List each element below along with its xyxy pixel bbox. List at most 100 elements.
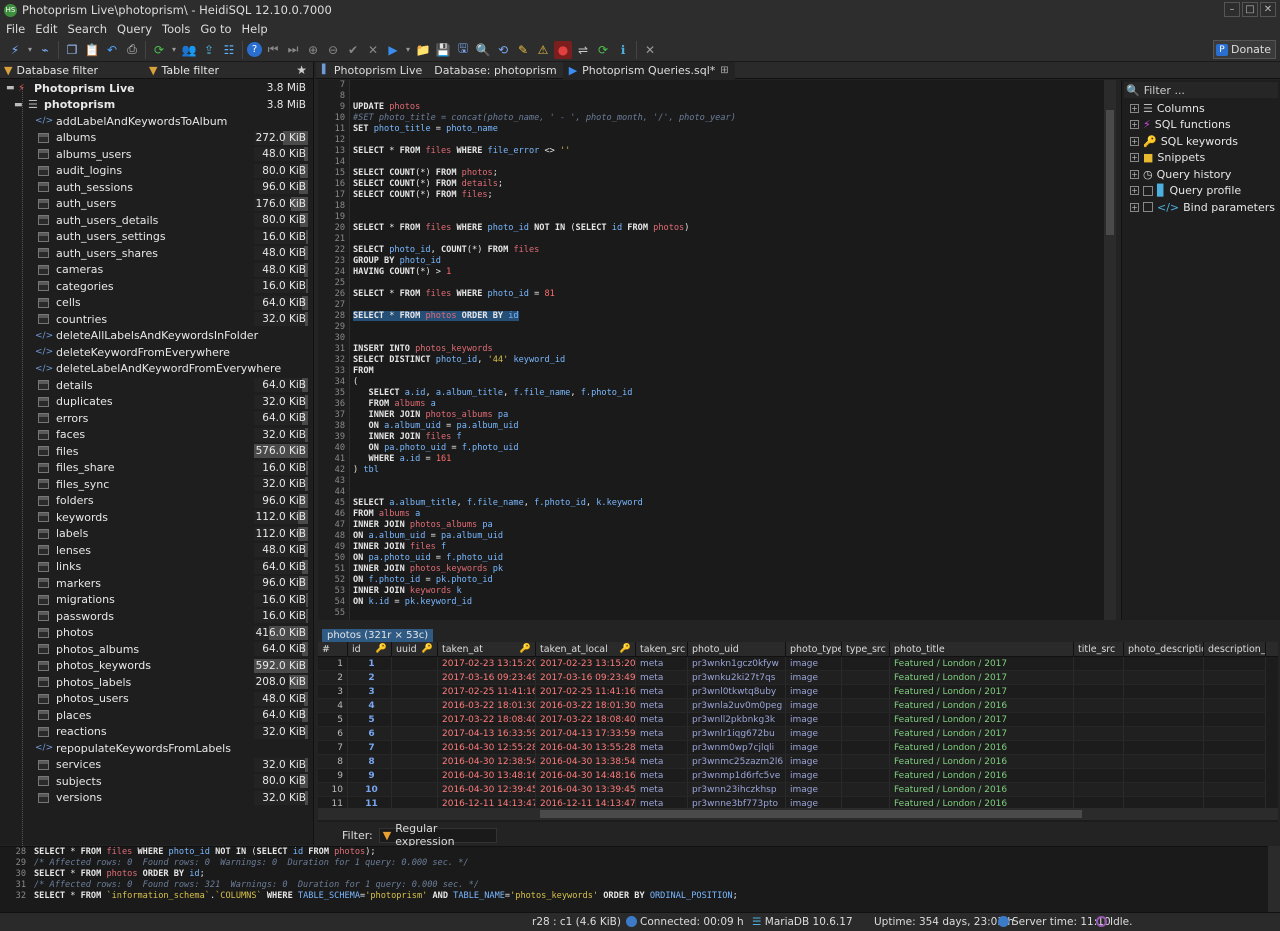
tab-options-icon[interactable]: ⊞ bbox=[720, 65, 728, 76]
code-line[interactable]: INNER JOIN files f bbox=[353, 542, 1103, 553]
table-cell[interactable]: pr3wnmp1d6rfc5ve bbox=[688, 769, 786, 783]
code-line[interactable]: #SET photo_title = concat(photo_name, ' … bbox=[353, 113, 1103, 124]
table-cell[interactable]: pr3wnkn1gcz0kfyw bbox=[688, 657, 786, 671]
table-row[interactable]: 10 10 2016-04-30 12:39:45 2016-04-30 13:39:… bbox=[318, 783, 1278, 797]
code-line[interactable]: SELECT COUNT(*) FROM details; bbox=[353, 179, 1103, 190]
table-row[interactable]: 7 7 2016-04-30 12:55:28 2016-04-30 13:55:28… bbox=[318, 741, 1278, 755]
column-header-taken_src[interactable]: taken_src bbox=[636, 642, 688, 657]
tab-database[interactable]: Database: photoprism bbox=[428, 62, 562, 79]
stop-icon[interactable]: ● bbox=[554, 40, 572, 59]
sql-log[interactable]: 28 SELECT * FROM files WHERE photo_id NOT… bbox=[0, 846, 1268, 913]
tree-item-auth_users[interactable]: auth_users 176.0 KiB bbox=[4, 196, 310, 213]
table-cell[interactable] bbox=[1204, 671, 1266, 685]
table-cell[interactable]: pr3wnlr1iqg672bu bbox=[688, 727, 786, 741]
table-row[interactable]: 1 1 2017-02-23 13:15:20 2017-02-23 13:15:20… bbox=[318, 657, 1278, 671]
tree-item-cameras[interactable]: cameras 48.0 KiB bbox=[4, 262, 310, 279]
code-line[interactable]: ON f.photo_id = pk.photo_id bbox=[353, 575, 1103, 586]
table-cell[interactable] bbox=[1124, 699, 1204, 713]
export-icon[interactable]: ⇪ bbox=[200, 41, 218, 59]
helper-query-profile[interactable]: + ▊ Query profile bbox=[1122, 183, 1280, 200]
code-line[interactable]: INSERT INTO photos_keywords bbox=[353, 344, 1103, 355]
table-cell[interactable]: 2017-03-16 09:23:49 bbox=[438, 671, 536, 685]
table-cell[interactable] bbox=[842, 685, 890, 699]
table-cell[interactable] bbox=[842, 727, 890, 741]
table-cell[interactable]: 3 bbox=[318, 685, 348, 699]
menu-search[interactable]: Search bbox=[68, 22, 108, 36]
table-cell[interactable] bbox=[392, 699, 438, 713]
table-cell[interactable]: pr3wnm0wp7cjlqli bbox=[688, 741, 786, 755]
menu-help[interactable]: Help bbox=[242, 22, 268, 36]
tree-item-auth_users_shares[interactable]: auth_users_shares 48.0 KiB bbox=[4, 245, 310, 262]
code-line[interactable] bbox=[353, 322, 1103, 333]
minimize-button[interactable]: – bbox=[1224, 2, 1240, 17]
tree-item-reactions[interactable]: reactions 32.0 KiB bbox=[4, 724, 310, 741]
table-cell[interactable]: meta bbox=[636, 713, 688, 727]
close-button[interactable]: ✕ bbox=[1260, 2, 1276, 17]
tree-item-cells[interactable]: cells 64.0 KiB bbox=[4, 295, 310, 312]
tree-item-albums_users[interactable]: albums_users 48.0 KiB bbox=[4, 146, 310, 163]
code-line[interactable]: GROUP BY photo_id bbox=[353, 256, 1103, 267]
code-line[interactable] bbox=[353, 201, 1103, 212]
table-row[interactable]: 3 3 2017-02-25 11:41:16 2017-02-25 11:41:16… bbox=[318, 685, 1278, 699]
open-file-icon[interactable]: 📁 bbox=[414, 41, 432, 59]
table-cell[interactable]: Featured / London / 2017 bbox=[890, 713, 1074, 727]
tree-item-markers[interactable]: markers 96.0 KiB bbox=[4, 575, 310, 592]
tree-item-duplicates[interactable]: duplicates 32.0 KiB bbox=[4, 394, 310, 411]
table-cell[interactable]: Featured / London / 2016 bbox=[890, 783, 1074, 797]
table-cell[interactable] bbox=[842, 755, 890, 769]
code-line[interactable]: UPDATE photos bbox=[353, 102, 1103, 113]
column-header-type_src[interactable]: type_src bbox=[842, 642, 890, 657]
code-line[interactable]: SET photo_title = photo_name bbox=[353, 124, 1103, 135]
code-line[interactable]: ) tbl bbox=[353, 465, 1103, 476]
code-line[interactable] bbox=[353, 234, 1103, 245]
tree-item-addLabelAndKeywordsToAlbum[interactable]: </> addLabelAndKeywordsToAlbum bbox=[4, 113, 310, 130]
table-cell[interactable]: 8 bbox=[348, 755, 392, 769]
code-line[interactable]: SELECT a.album_title, f.file_name, f.pho… bbox=[353, 498, 1103, 509]
code-line[interactable]: SELECT * FROM files WHERE file_error <> … bbox=[353, 146, 1103, 157]
table-cell[interactable]: 2016-03-22 18:01:30 bbox=[438, 699, 536, 713]
tree-item-files[interactable]: files 576.0 KiB bbox=[4, 443, 310, 460]
table-cell[interactable] bbox=[1204, 783, 1266, 797]
table-cell[interactable]: meta bbox=[636, 685, 688, 699]
code-line[interactable] bbox=[353, 333, 1103, 344]
tree-root-connection[interactable]: ▬ ⚡ Photoprism Live 3.8 MiB bbox=[4, 80, 310, 97]
tab-query[interactable]: ▶ Photoprism Queries.sql* ⊞ bbox=[562, 61, 735, 79]
table-cell[interactable] bbox=[392, 727, 438, 741]
menu-file[interactable]: File bbox=[6, 22, 25, 36]
table-cell[interactable]: meta bbox=[636, 657, 688, 671]
code-line[interactable]: SELECT COUNT(*) FROM files; bbox=[353, 190, 1103, 201]
table-row[interactable]: 9 9 2016-04-30 13:48:16 2016-04-30 14:48:16… bbox=[318, 769, 1278, 783]
table-cell[interactable]: 2017-04-13 16:33:59 bbox=[438, 727, 536, 741]
code-line[interactable] bbox=[353, 80, 1103, 91]
tree-item-photos_users[interactable]: photos_users 48.0 KiB bbox=[4, 691, 310, 708]
grid-horizontal-scrollbar[interactable] bbox=[318, 808, 1278, 820]
table-cell[interactable] bbox=[842, 699, 890, 713]
tree-item-audit_logins[interactable]: audit_logins 80.0 KiB bbox=[4, 163, 310, 180]
column-header-rownum[interactable]: # bbox=[318, 642, 348, 657]
refresh-icon[interactable]: ⟳ bbox=[150, 41, 168, 59]
code-line[interactable] bbox=[353, 487, 1103, 498]
table-row[interactable]: 8 8 2016-04-30 12:38:54 2016-04-30 13:38:54… bbox=[318, 755, 1278, 769]
regex-filter-input[interactable]: ▼ Regular expression bbox=[378, 822, 497, 848]
table-cell[interactable] bbox=[1124, 755, 1204, 769]
replace-icon[interactable]: ⟲ bbox=[494, 41, 512, 59]
table-cell[interactable]: 6 bbox=[348, 727, 392, 741]
tree-item-files_sync[interactable]: files_sync 32.0 KiB bbox=[4, 476, 310, 493]
tree-item-albums[interactable]: albums 272.0 KiB bbox=[4, 130, 310, 147]
print-icon[interactable]: ⎙ bbox=[123, 41, 141, 59]
column-header-description_src[interactable]: description_src bbox=[1204, 642, 1266, 657]
table-cell[interactable]: 9 bbox=[318, 769, 348, 783]
tree-item-versions[interactable]: versions 32.0 KiB bbox=[4, 790, 310, 807]
table-cell[interactable]: pr3wnll2pkbnkg3k bbox=[688, 713, 786, 727]
table-cell[interactable] bbox=[1074, 685, 1124, 699]
table-cell[interactable] bbox=[1204, 699, 1266, 713]
code-line[interactable]: ON a.album_uid = pa.album_uid bbox=[353, 531, 1103, 542]
log-scrollbar[interactable] bbox=[1268, 846, 1280, 912]
table-cell[interactable] bbox=[1124, 783, 1204, 797]
table-cell[interactable] bbox=[1124, 741, 1204, 755]
table-cell[interactable] bbox=[1124, 727, 1204, 741]
column-header-photo_uid[interactable]: photo_uid bbox=[688, 642, 786, 657]
table-cell[interactable]: 10 bbox=[348, 783, 392, 797]
table-row[interactable]: 4 4 2016-03-22 18:01:30 2016-03-22 18:01:30… bbox=[318, 699, 1278, 713]
table-cell[interactable] bbox=[1204, 657, 1266, 671]
